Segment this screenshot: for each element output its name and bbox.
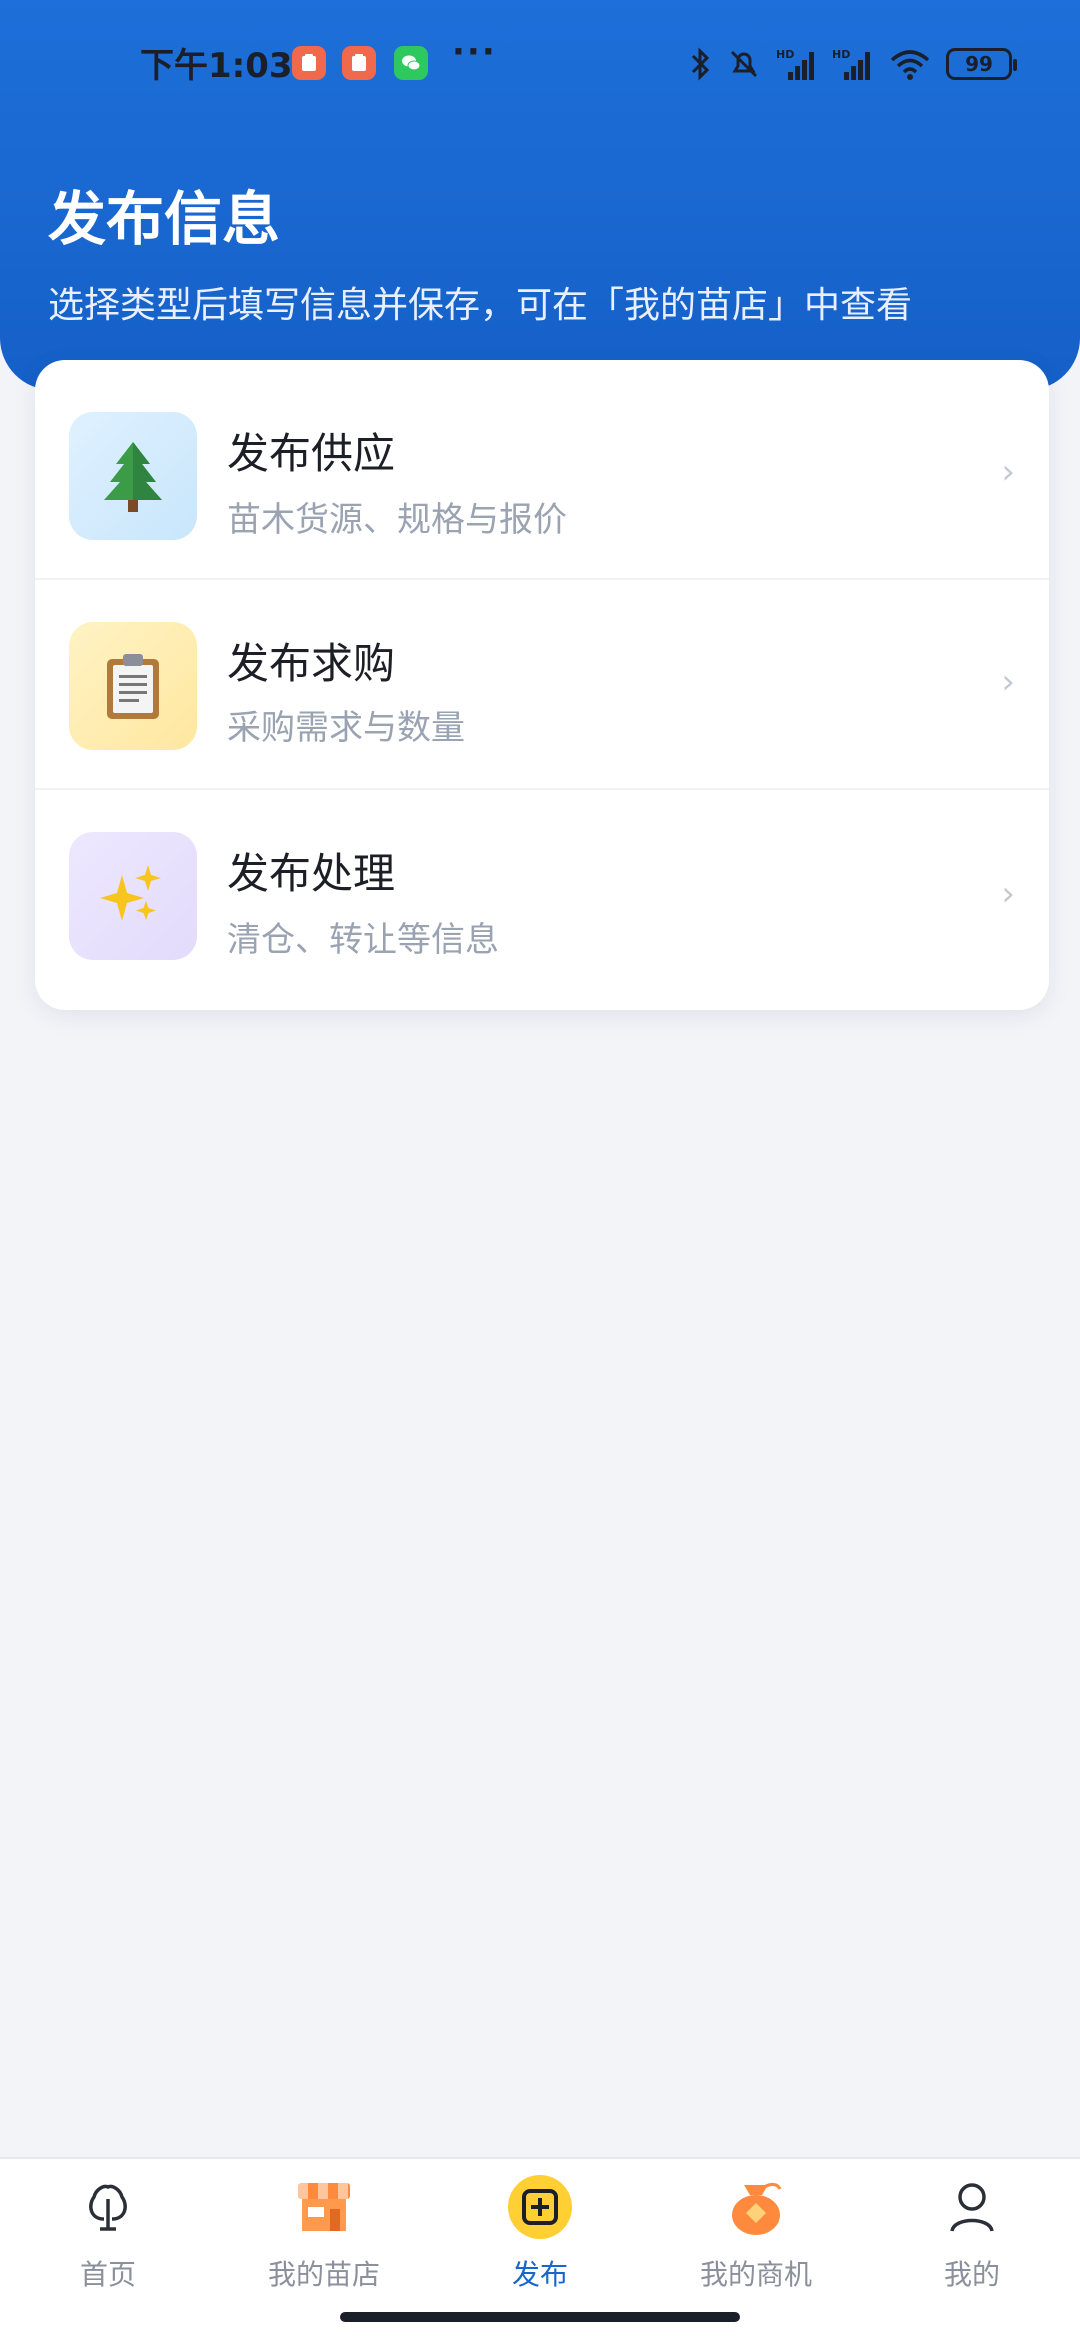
- more-notifications-icon: ···: [452, 32, 497, 72]
- publish-clearance-option[interactable]: 发布处理 清仓、转让等信息 ›: [35, 790, 1049, 1010]
- clipboard-icon: [69, 622, 197, 750]
- nav-label: 我的: [943, 2258, 1000, 2291]
- nav-my-shop[interactable]: 我的苗店: [216, 2175, 432, 2295]
- home-indicator[interactable]: [340, 2312, 740, 2322]
- notification-app-icon: [342, 46, 376, 80]
- option-description: 苗木货源、规格与报价: [227, 500, 567, 540]
- status-indicators: HD HD 99: [688, 42, 1017, 86]
- nav-label: 首页: [79, 2258, 136, 2291]
- nav-home[interactable]: 首页: [0, 2175, 216, 2295]
- mute-bell-icon: [730, 50, 758, 78]
- svg-text:HD: HD: [776, 48, 794, 61]
- publish-page: 下午1:03 ··· HD HD 99 发布信息 选择类型后填写信息并保存，可在…: [0, 0, 1080, 2340]
- nav-publish[interactable]: 发布: [432, 2175, 648, 2295]
- nav-me[interactable]: 我的: [864, 2175, 1080, 2295]
- plus-square-icon: [508, 2175, 572, 2239]
- nav-label: 发布: [511, 2258, 568, 2291]
- battery-icon: 99: [946, 48, 1017, 80]
- publish-options-card: 发布供应 苗木货源、规格与报价 › 发布求购 采购需求与数量 › 发布处理 清仓…: [35, 360, 1049, 1010]
- publish-supply-option[interactable]: 发布供应 苗木货源、规格与报价 ›: [35, 360, 1049, 580]
- evergreen-tree-icon: [69, 412, 197, 540]
- option-description: 采购需求与数量: [227, 708, 465, 748]
- nav-my-opportunities[interactable]: 我的商机: [648, 2175, 864, 2295]
- chevron-right-icon: ›: [1001, 874, 1015, 914]
- money-bag-icon: [732, 2182, 782, 2235]
- option-title: 发布供应: [227, 429, 396, 478]
- status-time: 下午1:03: [140, 46, 293, 86]
- chevron-right-icon: ›: [1001, 662, 1015, 702]
- page-subtitle: 选择类型后填写信息并保存，可在「我的苗店」中查看: [48, 285, 913, 326]
- chevron-right-icon: ›: [1001, 452, 1015, 492]
- option-description: 清仓、转让等信息: [227, 920, 499, 960]
- nav-label: 我的苗店: [267, 2258, 380, 2291]
- sparkles-icon: [69, 832, 197, 960]
- wifi-icon: [890, 50, 930, 80]
- signal-hd-icon: HD: [832, 48, 870, 80]
- bluetooth-icon: [691, 47, 710, 81]
- signal-hd-icon: HD: [776, 48, 814, 80]
- publish-purchase-option[interactable]: 发布求购 采购需求与数量 ›: [35, 580, 1049, 790]
- tree-outline-icon: [89, 2184, 127, 2231]
- option-title: 发布求购: [227, 639, 396, 688]
- shop-icon: [298, 2183, 350, 2231]
- nav-label: 我的商机: [699, 2258, 812, 2291]
- notification-app-icon: [292, 46, 326, 80]
- page-title: 发布信息: [48, 185, 281, 253]
- option-title: 发布处理: [227, 849, 396, 898]
- status-bar: 下午1:03 ··· HD HD 99: [0, 30, 1080, 90]
- person-icon: [950, 2183, 994, 2232]
- header: 下午1:03 ··· HD HD 99 发布信息 选择类型后填写信息并保存，可在…: [0, 0, 1080, 390]
- wechat-icon: [394, 46, 428, 80]
- svg-text:HD: HD: [832, 48, 850, 61]
